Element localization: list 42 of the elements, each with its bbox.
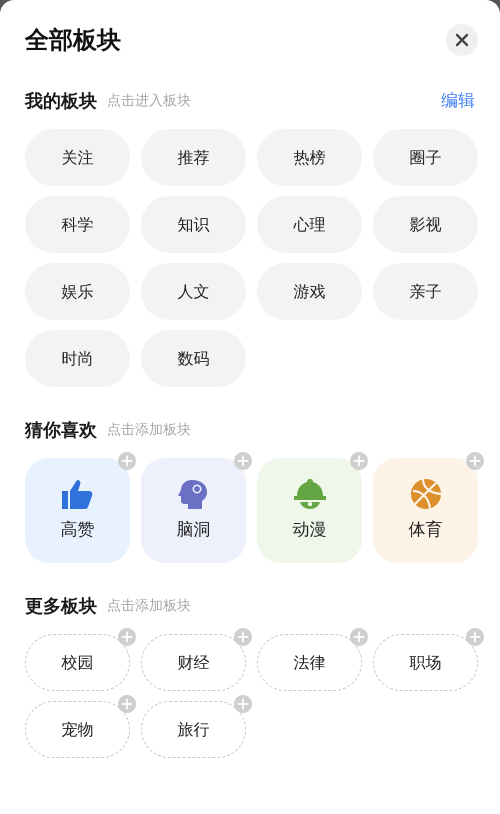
section-chip[interactable]: 时尚 [25, 330, 130, 387]
panel-title: 全部板块 [25, 25, 121, 56]
section-chip[interactable]: 数码 [141, 330, 246, 387]
bell-icon [292, 478, 326, 510]
section-hint: 点击添加板块 [107, 421, 191, 440]
section-chip[interactable]: 亲子 [373, 263, 478, 320]
close-icon [455, 33, 469, 47]
edit-button[interactable]: 编辑 [441, 88, 475, 114]
add-icon[interactable] [350, 628, 368, 646]
add-icon[interactable] [234, 452, 252, 470]
section-chip[interactable]: 推荐 [141, 129, 246, 186]
section-chip[interactable]: 心理 [257, 196, 362, 253]
recommended-card[interactable]: 体育 [373, 458, 478, 563]
recommended-card[interactable]: 高赞 [25, 458, 130, 563]
close-button[interactable] [446, 24, 478, 56]
section-hint: 点击添加板块 [107, 597, 191, 616]
add-icon[interactable] [118, 452, 136, 470]
add-icon[interactable] [234, 695, 252, 713]
section-chip[interactable]: 影视 [373, 196, 478, 253]
recommended-card[interactable]: 脑洞 [141, 458, 246, 563]
section-chip[interactable]: 游戏 [257, 263, 362, 320]
section-hint: 点击进入板块 [107, 92, 191, 111]
add-icon[interactable] [350, 452, 368, 470]
add-icon[interactable] [118, 695, 136, 713]
section-title: 猜你喜欢 [25, 419, 97, 443]
add-icon[interactable] [234, 628, 252, 646]
section-chip[interactable]: 人文 [141, 263, 246, 320]
section-title: 我的板块 [25, 90, 97, 114]
section-chip[interactable]: 热榜 [257, 129, 362, 186]
add-icon[interactable] [118, 628, 136, 646]
thumbs-up-icon [60, 478, 94, 510]
section-chip[interactable]: 关注 [25, 129, 130, 186]
head-icon [178, 478, 210, 510]
section-chip[interactable]: 科学 [25, 196, 130, 253]
recommended-card[interactable]: 动漫 [257, 458, 362, 563]
add-icon[interactable] [466, 628, 484, 646]
section-chip[interactable]: 知识 [141, 196, 246, 253]
add-icon[interactable] [466, 452, 484, 470]
section-chip[interactable]: 圈子 [373, 129, 478, 186]
section-title: 更多板块 [25, 595, 97, 619]
basketball-icon [410, 478, 442, 510]
section-chip[interactable]: 娱乐 [25, 263, 130, 320]
